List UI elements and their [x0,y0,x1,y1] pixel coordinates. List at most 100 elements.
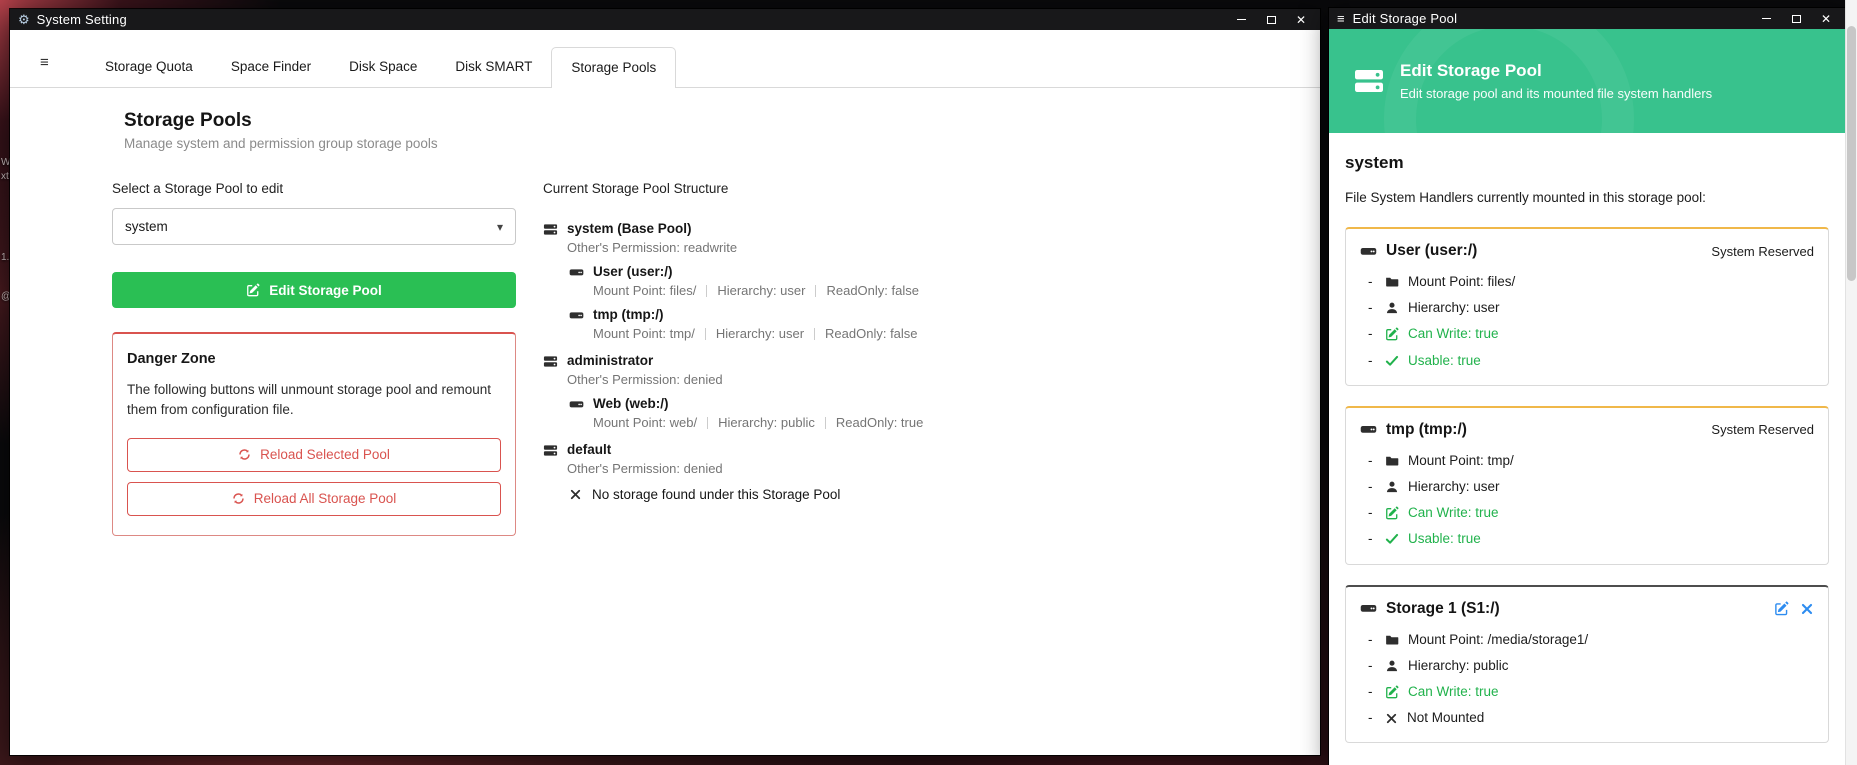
edit-storage-pool-button[interactable]: Edit Storage Pool [112,272,516,308]
edit-pool-body: Edit Storage Pool Edit storage pool and … [1329,29,1845,765]
hdd-icon [1360,421,1377,438]
edit-storage-pool-window: ≡ Edit Storage Pool ✕ Edit Storage Pool … [1329,8,1845,765]
gear-icon: ⚙ [18,13,30,26]
handler-actions [1774,601,1814,616]
handler-card-storage1: Storage 1 (S1:/) - Mount Point: /media/s… [1345,585,1829,744]
system-setting-titlebar[interactable]: ⚙ System Setting ✕ [10,9,1320,30]
dash: - [1366,326,1383,342]
menu-icon[interactable]: ≡ [1337,12,1345,25]
handler-row: - Mount Point: files/ [1360,269,1814,295]
row-text: Can Write: true [1408,684,1499,700]
menu-icon[interactable]: ≡ [40,54,56,71]
folder-icon [1385,275,1399,289]
row-text: Not Mounted [1407,710,1484,726]
banner-title: Edit Storage Pool [1400,61,1712,81]
times-icon [1385,712,1398,725]
dash: - [1366,531,1383,547]
dash: - [1366,274,1383,290]
edit-storage-pool-label: Edit Storage Pool [269,283,382,298]
window-title: Edit Storage Pool [1353,11,1458,26]
edit-icon [1385,327,1399,341]
folder-icon [1385,454,1399,468]
row-text: Hierarchy: user [1408,479,1500,495]
check-icon [1385,354,1399,368]
tabs: Storage Quota Space Finder Disk Space Di… [86,47,676,87]
tab-storage-quota[interactable]: Storage Quota [86,47,212,87]
storage-meta: Mount Point: tmp/ Hierarchy: user ReadOn… [593,325,923,342]
pool-select-value: system [125,219,168,234]
pool-permission: Other's Permission: denied [567,460,923,477]
edit-pool-titlebar[interactable]: ≡ Edit Storage Pool ✕ [1329,8,1845,29]
danger-zone-card: Danger Zone The following buttons will u… [112,332,516,536]
refresh-icon [238,448,251,461]
edit-handler-button[interactable] [1774,601,1789,616]
tab-disk-smart[interactable]: Disk SMART [436,47,551,87]
storage-node-tmp: tmp (tmp:/) Mount Point: tmp/ Hierarchy:… [569,306,923,342]
server-icon [543,354,558,369]
server-icon [543,222,558,237]
separator [707,417,708,429]
row-text: Mount Point: tmp/ [1408,453,1514,469]
tab-disk-space[interactable]: Disk Space [330,47,436,87]
system-reserved-badge: System Reserved [1711,422,1814,437]
hdd-icon [569,308,584,323]
tab-storage-pools[interactable]: Storage Pools [551,47,676,88]
pool-permission: Other's Permission: denied [567,371,923,388]
close-button[interactable]: ✕ [1286,9,1316,30]
minimize-button[interactable] [1226,9,1256,30]
reload-selected-pool-button[interactable]: Reload Selected Pool [127,438,501,472]
caret-down-icon: ▾ [497,220,503,234]
remove-handler-button[interactable] [1800,602,1814,616]
handler-row: - Can Write: true [1360,679,1814,705]
dash: - [1366,710,1383,726]
handler-row: - Not Mounted [1360,705,1814,731]
storage-name: tmp (tmp:/) [593,306,663,324]
server-icon [1353,65,1385,97]
pool-permission: Other's Permission: readwrite [567,239,923,256]
storage-node-web: Web (web:/) Mount Point: web/ Hierarchy:… [569,395,923,431]
scrollbar[interactable] [1845,0,1857,765]
banner-subtitle: Edit storage pool and its mounted file s… [1400,86,1712,101]
pool-name: administrator [567,352,653,370]
maximize-button[interactable] [1781,8,1811,29]
pool-select[interactable]: system ▾ [112,208,516,245]
storage-meta: Mount Point: web/ Hierarchy: public Read… [593,414,923,431]
handler-name: tmp (tmp:/) [1386,421,1467,439]
readonly-text: ReadOnly: false [826,282,919,299]
tab-space-finder[interactable]: Space Finder [212,47,330,87]
dash: - [1366,684,1383,700]
pool-node-administrator: administrator Other's Permission: denied… [543,352,923,431]
edit-icon [1385,685,1399,699]
row-text: Hierarchy: user [1408,300,1500,316]
hdd-icon [1360,600,1377,617]
maximize-button[interactable] [1256,9,1286,30]
row-text: Hierarchy: public [1408,658,1509,674]
edit-icon [246,283,260,297]
handler-name: Storage 1 (S1:/) [1386,600,1500,618]
separator [814,328,815,340]
hdd-icon [569,397,584,412]
folder-icon [1385,633,1399,647]
pool-select-label: Select a Storage Pool to edit [112,181,516,196]
dash: - [1366,353,1383,369]
minimize-button[interactable] [1751,8,1781,29]
window-title: System Setting [37,12,127,27]
reload-all-storage-pool-button[interactable]: Reload All Storage Pool [127,482,501,516]
reload-selected-pool-label: Reload Selected Pool [260,447,390,462]
row-text: Usable: true [1408,531,1481,547]
user-icon [1385,301,1399,315]
scrollbar-thumb[interactable] [1847,26,1856,281]
mount-point-text: Mount Point: web/ [593,414,697,431]
dash: - [1366,632,1383,648]
readonly-text: ReadOnly: false [825,325,918,342]
server-icon [543,443,558,458]
dash: - [1366,479,1383,495]
close-button[interactable]: ✕ [1811,8,1841,29]
separator [706,285,707,297]
window-controls: ✕ [1751,8,1841,29]
hierarchy-text: Hierarchy: user [717,282,805,299]
check-icon [1385,532,1399,546]
danger-zone-title: Danger Zone [127,351,501,367]
hdd-icon [1360,243,1377,260]
tab-bar: ≡ Storage Quota Space Finder Disk Space … [10,30,1320,88]
